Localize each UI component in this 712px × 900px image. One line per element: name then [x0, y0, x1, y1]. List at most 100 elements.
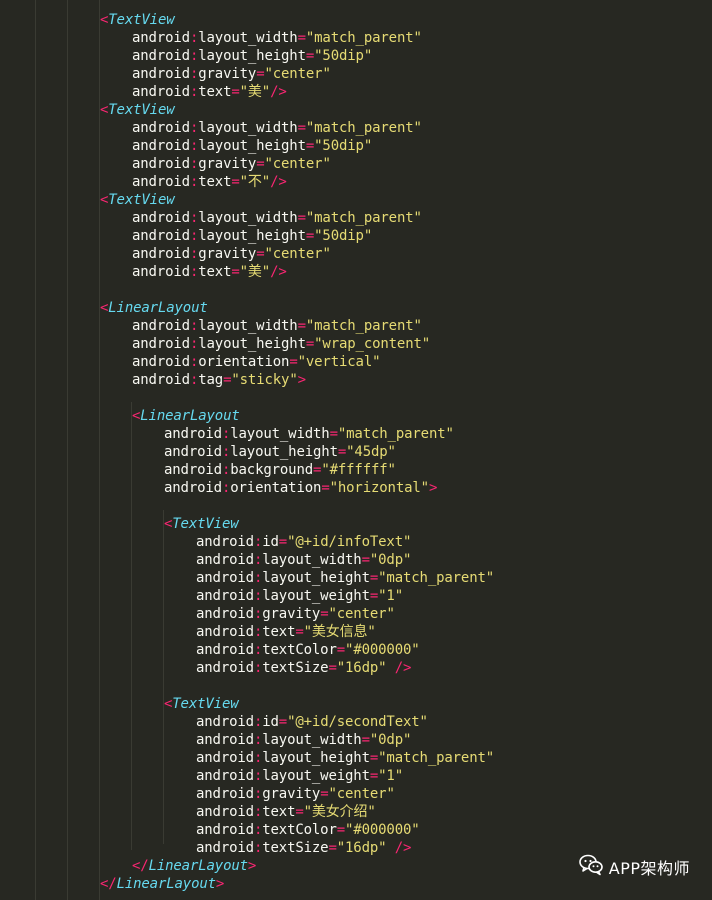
attr-value: center	[272, 246, 323, 262]
string-quote: "	[261, 264, 271, 280]
string-quote: "	[305, 318, 315, 334]
attr-namespace: android	[164, 480, 222, 496]
string-quote: "	[289, 372, 298, 388]
string-quote: "	[411, 642, 420, 658]
attr-equals: =	[231, 264, 240, 280]
indent-guide	[67, 0, 68, 900]
string-quote: "	[328, 786, 337, 802]
string-quote: "	[239, 264, 248, 280]
attr-colon: :	[189, 336, 199, 352]
attr-name: id	[262, 714, 279, 730]
string-quote: "	[372, 354, 381, 370]
attr-name: gravity	[198, 66, 257, 82]
attr-name: background	[230, 462, 314, 478]
attr-name: layout_height	[198, 138, 306, 154]
attr-value: 美女信息	[311, 624, 368, 640]
string-quote: "	[305, 210, 315, 226]
code-line: android:textColor="#000000"	[196, 641, 420, 659]
code-line: android:layout_width="match_parent"	[132, 209, 422, 227]
attr-namespace: android	[132, 336, 190, 352]
string-quote: "	[322, 156, 331, 172]
attr-name: layout_width	[262, 552, 362, 568]
attr-name: text	[198, 174, 232, 190]
string-quote: "	[413, 120, 422, 136]
string-quote: "	[386, 606, 395, 622]
attr-name: layout_width	[198, 318, 298, 334]
string-quote: "	[445, 426, 454, 442]
code-line: <TextView	[164, 695, 239, 713]
attr-namespace: android	[132, 354, 190, 370]
string-quote: "	[367, 624, 376, 640]
attr-name: textColor	[262, 822, 337, 838]
attr-value: center	[336, 606, 387, 622]
attr-namespace: android	[196, 570, 254, 586]
attr-value: center	[272, 156, 323, 172]
attr-colon: :	[189, 246, 199, 262]
code-line: android:layout_weight="1"	[196, 587, 403, 605]
tag-name: TextView	[172, 696, 239, 712]
tag-bracket: </	[132, 858, 149, 874]
attr-namespace: android	[132, 372, 190, 388]
attr-name: text	[262, 804, 296, 820]
code-line: android:background="#ffffff"	[164, 461, 396, 479]
code-line: android:textColor="#000000"	[196, 821, 420, 839]
code-line: android:layout_height="50dip"	[132, 227, 372, 245]
string-quote: "	[413, 30, 422, 46]
code-line: android:layout_height="50dip"	[132, 137, 372, 155]
attr-name: textSize	[262, 660, 329, 676]
attr-namespace: android	[132, 48, 190, 64]
attr-colon: :	[253, 732, 263, 748]
code-line: android:layout_height="wrap_content"	[132, 335, 430, 353]
attr-equals: =	[278, 714, 288, 730]
code-line: android:text="美女介绍"	[196, 803, 376, 821]
string-quote: "	[328, 606, 337, 622]
attr-colon: :	[189, 66, 199, 82]
code-line: android:id="@+id/infoText"	[196, 533, 411, 551]
attr-value: center	[336, 786, 387, 802]
code-line: <TextView	[164, 515, 239, 533]
attr-equals: =	[278, 534, 288, 550]
code-line: android:textSize="16dp" />	[196, 839, 411, 857]
tag-name: LinearLayout	[116, 876, 217, 892]
string-quote: "	[413, 318, 422, 334]
attr-name: text	[262, 624, 296, 640]
code-line: android:text="美女信息"	[196, 623, 376, 641]
code-line: android:layout_height="match_parent"	[196, 569, 494, 587]
attr-colon: :	[253, 642, 263, 658]
code-line: android:id="@+id/secondText"	[196, 713, 428, 731]
string-quote: "	[261, 174, 271, 190]
attr-equals: =	[321, 480, 330, 496]
attr-name: layout_width	[230, 426, 330, 442]
code-line: </LinearLayout>	[100, 875, 224, 893]
attr-namespace: android	[196, 840, 254, 856]
watermark-text: APP架构师	[608, 859, 690, 878]
attr-name: tag	[198, 372, 224, 388]
attr-equals: =	[297, 120, 306, 136]
attr-colon: :	[253, 534, 263, 550]
attr-equals: =	[305, 336, 315, 352]
attr-equals: =	[369, 750, 379, 766]
attr-equals: =	[329, 426, 338, 442]
string-quote: "	[261, 84, 271, 100]
attr-value: #000000	[353, 822, 412, 838]
attr-value: 1	[386, 768, 395, 784]
watermark: APP架构师	[578, 854, 690, 880]
attr-namespace: android	[196, 606, 254, 622]
attr-colon: :	[253, 570, 263, 586]
code-line: <TextView	[100, 11, 175, 29]
attr-value: @+id/secondText	[295, 714, 420, 730]
string-quote: "	[419, 714, 428, 730]
attr-name: layout_weight	[262, 768, 370, 784]
code-line: android:text="不"/>	[132, 173, 287, 191]
attr-name: textColor	[262, 642, 337, 658]
code-line: android:gravity="center"	[132, 65, 331, 83]
attr-namespace: android	[196, 714, 254, 730]
attr-namespace: android	[196, 750, 254, 766]
tag-name: LinearLayout	[140, 408, 240, 424]
attr-colon: :	[189, 318, 199, 334]
code-editor[interactable]: <TextView android:layout_width="match_par…	[0, 0, 712, 900]
attr-name: orientation	[230, 480, 322, 496]
attr-namespace: android	[132, 156, 190, 172]
attr-value: 0dp	[378, 552, 403, 568]
attr-colon: :	[253, 768, 263, 784]
